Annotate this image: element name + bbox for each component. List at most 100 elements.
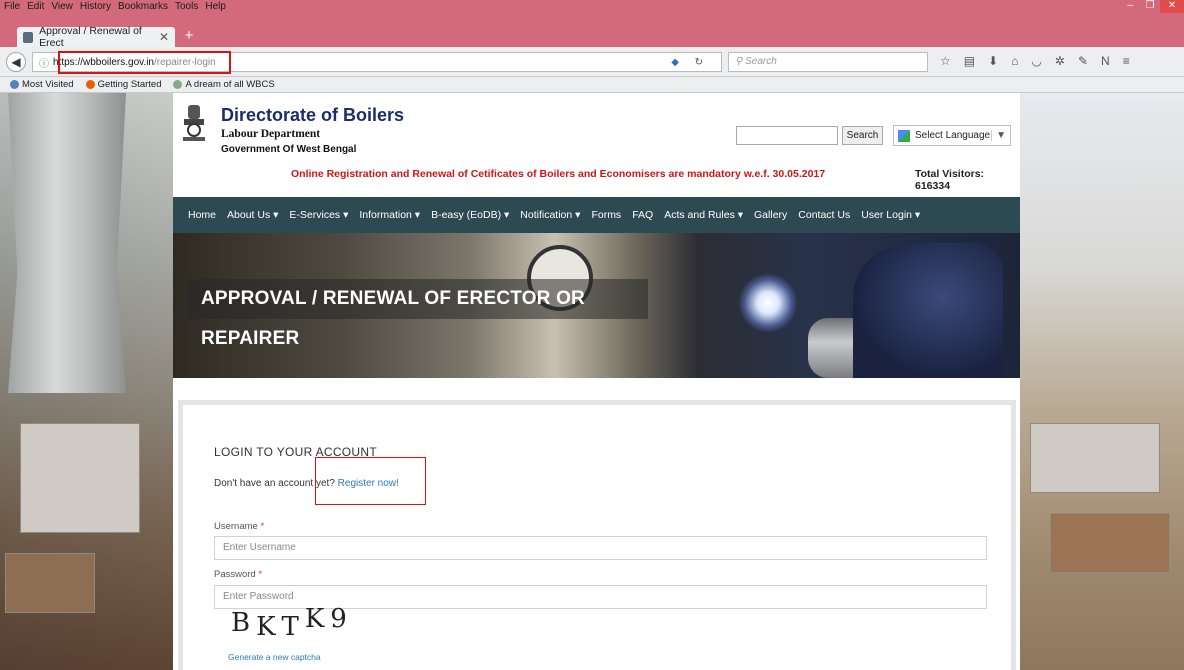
- nav-home[interactable]: Home: [188, 209, 216, 221]
- marquee-notice[interactable]: Online Registration and Renewal of Cetif…: [291, 168, 825, 180]
- dropdown-arrow-icon: ▼: [991, 130, 1010, 141]
- required-mark: *: [258, 569, 263, 580]
- username-label-text: Username: [214, 521, 258, 532]
- toolbar-icons: ☆ ▤ ⬇ ⌂ ◡ ✲ ✎ N ≡: [940, 54, 1130, 68]
- building-image: [20, 423, 140, 533]
- username-input[interactable]: Enter Username: [214, 536, 987, 560]
- nav-toolbar: ◀ ⓘ https://wbboilers.gov.in/repairer-lo…: [0, 47, 1184, 77]
- menu-tools[interactable]: Tools: [175, 1, 198, 12]
- bookmark-label: A dream of all WBCS: [185, 79, 275, 90]
- bookmark-most-visited[interactable]: Most Visited: [10, 79, 74, 90]
- site-container: Directorate of Boilers Labour Department…: [173, 93, 1020, 670]
- login-card: LOGIN TO YOUR ACCOUNT Don't have an acco…: [178, 400, 1016, 670]
- nav-contact-us[interactable]: Contact Us: [798, 209, 850, 221]
- hamburger-menu-icon[interactable]: ≡: [1123, 54, 1130, 68]
- nav-notification[interactable]: Notification ▾: [520, 209, 580, 221]
- restore-icon[interactable]: ❐: [1140, 0, 1160, 13]
- menu-view[interactable]: View: [51, 1, 73, 12]
- magnifier-icon: ⚲: [735, 56, 746, 67]
- pipes-image: [1050, 513, 1170, 573]
- captcha-char: KT: [256, 612, 305, 642]
- close-tab-icon[interactable]: ✕: [159, 30, 169, 44]
- pocket-save-icon[interactable]: ◡: [1031, 54, 1041, 68]
- nav-acts-and-rules[interactable]: Acts and Rules ▾: [664, 209, 743, 221]
- nav-faq[interactable]: FAQ: [632, 209, 653, 221]
- nav-forms[interactable]: Forms: [591, 209, 621, 221]
- menu-help[interactable]: Help: [205, 1, 226, 12]
- captcha-char: K9: [304, 604, 353, 634]
- required-mark: *: [260, 521, 265, 532]
- password-label-text: Password: [214, 569, 256, 580]
- banner-title: APPROVAL / RENEWAL OF ERECTOR OR REPAIRE…: [188, 279, 648, 349]
- visitor-counter: Total Visitors: 616334: [915, 168, 985, 192]
- bookmark-icon: [173, 80, 183, 89]
- background-right-photo: [1020, 93, 1184, 670]
- window-controls: – ❐ ✕: [1120, 0, 1184, 13]
- browser-tab[interactable]: Approval / Renewal of Erect ✕: [17, 25, 175, 49]
- menu-history[interactable]: History: [80, 1, 111, 12]
- main-navigation: Home About Us ▾ E-Services ▾ Information…: [173, 197, 1020, 233]
- menu-bookmarks[interactable]: Bookmarks: [118, 1, 168, 12]
- bookmark-getting-started[interactable]: Getting Started: [85, 79, 162, 90]
- browser-search-input[interactable]: ⚲ Search: [728, 52, 928, 72]
- page-banner: APPROVAL / RENEWAL OF ERECTOR OR REPAIRE…: [173, 233, 1020, 378]
- generate-captcha-link[interactable]: Generate a new captcha: [228, 652, 321, 662]
- department-name: Labour Department: [221, 128, 321, 140]
- username-label: Username *: [214, 521, 264, 532]
- nav-e-services[interactable]: E-Services ▾: [289, 209, 348, 221]
- tab-strip: Approval / Renewal of Erect ✕ +: [0, 13, 1184, 49]
- bookmarks-toolbar: Most Visited Getting Started A dream of …: [0, 77, 1184, 93]
- download-icon[interactable]: ⬇: [988, 54, 998, 68]
- cooling-tower-image: [8, 93, 126, 393]
- government-name: Government Of West Bengal: [221, 144, 357, 155]
- onenote-icon[interactable]: N: [1101, 54, 1110, 68]
- site-header: Directorate of Boilers Labour Department…: [173, 93, 1020, 197]
- nav-gallery[interactable]: Gallery: [754, 209, 787, 221]
- page-viewport: Directorate of Boilers Labour Department…: [0, 93, 1184, 670]
- lock-icon[interactable]: ⓘ: [39, 55, 49, 70]
- nav-user-login[interactable]: User Login ▾: [861, 209, 920, 221]
- bookmark-label: Most Visited: [22, 79, 74, 90]
- url-host: https://wbboilers.gov.in: [53, 56, 154, 68]
- welding-spark-image: [738, 273, 798, 333]
- url-bar[interactable]: ⓘ https://wbboilers.gov.in/repairer-logi…: [32, 52, 722, 72]
- nav-about-us[interactable]: About Us ▾: [227, 209, 278, 221]
- home-icon[interactable]: ⌂: [1011, 54, 1018, 68]
- tab-title: Approval / Renewal of Erect: [39, 25, 142, 49]
- firefox-icon: [85, 80, 95, 89]
- bookmark-icon: [10, 80, 19, 89]
- nav-b-easy[interactable]: B-easy (EoDB) ▾: [431, 209, 509, 221]
- register-highlight-box: [315, 457, 426, 505]
- site-search-button[interactable]: Search: [842, 126, 883, 145]
- google-translate-icon: [898, 129, 910, 142]
- menu-file[interactable]: File: [4, 1, 20, 12]
- nav-information[interactable]: Information ▾: [359, 209, 420, 221]
- state-emblem-icon: [183, 105, 205, 141]
- minimize-icon[interactable]: –: [1120, 0, 1140, 13]
- language-select[interactable]: Select Language ▼: [893, 125, 1011, 146]
- password-label: Password *: [214, 569, 262, 580]
- captcha-image: BKTK9: [231, 604, 353, 642]
- search-placeholder: Search: [745, 56, 777, 67]
- pen-icon[interactable]: ✎: [1078, 54, 1088, 68]
- welder-image: [853, 243, 1003, 378]
- new-tab-icon[interactable]: +: [180, 27, 198, 45]
- reload-icon[interactable]: ↻: [695, 57, 703, 68]
- pocket-icon[interactable]: ◆: [671, 57, 679, 68]
- captcha-char: B: [231, 608, 257, 638]
- site-title[interactable]: Directorate of Boilers: [221, 105, 404, 126]
- bookmark-label: Getting Started: [97, 79, 162, 90]
- browser-menubar: File Edit View History Bookmarks Tools H…: [0, 0, 1184, 13]
- back-arrow-icon[interactable]: ◀: [6, 52, 26, 72]
- url-path: /repairer-login: [153, 56, 216, 68]
- site-search-input[interactable]: [736, 126, 838, 145]
- language-select-label: Select Language: [915, 130, 991, 141]
- pipes-image: [5, 553, 95, 613]
- extension-icon[interactable]: ✲: [1055, 54, 1065, 68]
- close-window-icon[interactable]: ✕: [1160, 0, 1184, 13]
- menu-edit[interactable]: Edit: [27, 1, 44, 12]
- favicon-icon: [23, 31, 34, 43]
- reading-list-icon[interactable]: ▤: [964, 54, 975, 68]
- bookmark-star-icon[interactable]: ☆: [940, 54, 951, 68]
- bookmark-wbcs[interactable]: A dream of all WBCS: [173, 79, 275, 90]
